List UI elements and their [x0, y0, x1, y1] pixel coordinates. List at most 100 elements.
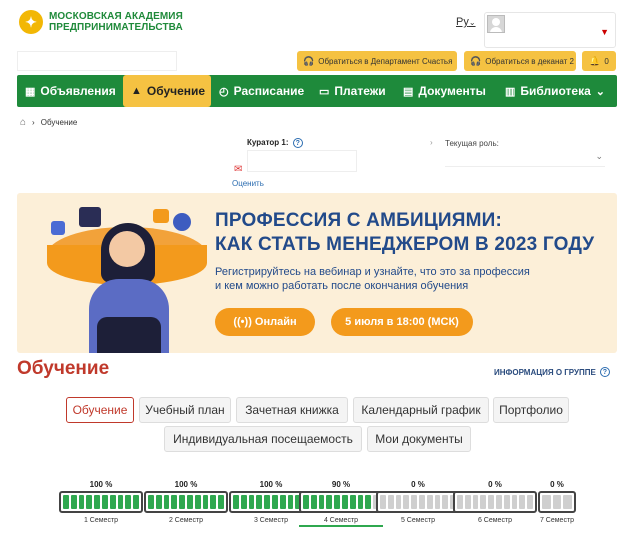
nav-payments[interactable]: ▭ Платежи [311, 75, 395, 107]
semester-2[interactable]: 100 % 2 Семестр [144, 480, 228, 527]
progress-segment [365, 495, 372, 509]
avatar [487, 15, 505, 33]
bell-icon: 🔔 [589, 55, 601, 66]
progress-segment [480, 495, 487, 509]
semester-6[interactable]: 0 % 6 Семестр [453, 480, 537, 527]
breadcrumb-current: Обучение [40, 118, 78, 127]
current-role-select[interactable]: ⌄ [445, 151, 605, 167]
tab-record-book[interactable]: Зачетная книжка [236, 397, 348, 423]
semester-percent: 100 % [89, 480, 113, 489]
nav-library[interactable]: ▥ Библиотека ⌄ [497, 75, 617, 107]
progress-segment [94, 495, 100, 509]
banner-title-line-2: КАК СТАТЬ МЕНЕДЖЕРОМ В 2023 ГОДУ [215, 234, 595, 255]
progress-segment [303, 495, 309, 509]
illustration-face [109, 231, 145, 267]
progress-segment [349, 495, 356, 509]
tab-individual-attendance[interactable]: Индивидуальная посещаемость [164, 426, 362, 452]
progress-segment [519, 495, 526, 509]
semester-progress-bar [376, 491, 460, 513]
help-icon[interactable]: ? [292, 138, 303, 148]
semester-label: 1 Семестр [83, 517, 119, 524]
semester-percent: 0 % [550, 480, 564, 489]
progress-segment [563, 495, 573, 509]
help-icon: ? [599, 367, 610, 377]
semester-4[interactable]: 90 % 4 Семестр [299, 480, 383, 527]
list-card-icon [153, 209, 169, 223]
notifications-count: 0 [604, 56, 609, 66]
progress-segment [179, 495, 185, 509]
semester-5[interactable]: 0 % 5 Семестр [376, 480, 460, 527]
progress-segment [101, 495, 108, 509]
rate-curator-link[interactable]: Оценить [232, 179, 264, 188]
nav-learning-label: Обучение [146, 84, 206, 98]
mail-icon[interactable]: ✉ [234, 164, 242, 175]
progress-segment [264, 495, 270, 509]
breadcrumb-separator: › [32, 118, 35, 127]
group-info-label: ИНФОРМАЦИЯ О ГРУППЕ [494, 367, 596, 377]
progress-segment [503, 495, 510, 509]
progress-segment [495, 495, 502, 509]
home-icon[interactable]: ⌂ [20, 117, 26, 128]
tab-curriculum[interactable]: Учебный план [139, 397, 231, 423]
logo-text: МОСКОВСКАЯ АКАДЕМИЯ ПРЕДПРИНИМАТЕЛЬСТВА [49, 11, 183, 33]
promo-banner[interactable]: ПРОФЕССИЯ С АМБИЦИЯМИ: КАК СТАТЬ МЕНЕДЖЕ… [17, 193, 617, 353]
semester-percent: 0 % [411, 480, 425, 489]
group-info-link[interactable]: ИНФОРМАЦИЯ О ГРУППЕ? [494, 367, 610, 377]
semester-label: 7 Семестр [539, 517, 575, 524]
curator-label-row: Куратор 1: ? [247, 138, 303, 148]
progress-segment [186, 495, 193, 509]
user-menu[interactable]: ▼ [484, 12, 616, 48]
curator-name-field [247, 150, 357, 172]
progress-segment [457, 495, 463, 509]
nav-library-label: Библиотека [520, 84, 591, 98]
progress-segment [133, 495, 139, 509]
progress-segment [442, 495, 449, 509]
tab-learning[interactable]: Обучение [66, 397, 134, 423]
online-badge[interactable]: ((•)) Онлайн [215, 308, 315, 336]
academy-logo[interactable]: ✦ МОСКОВСКАЯ АКАДЕМИЯ ПРЕДПРИНИМАТЕЛЬСТВ… [19, 10, 183, 34]
progress-segment [256, 495, 263, 509]
chevron-down-icon: ⌄ [468, 18, 476, 27]
tab-calendar-schedule[interactable]: Календарный график [353, 397, 489, 423]
dean-office-button[interactable]: 🎧 Обратиться в деканат 2 [464, 51, 576, 71]
nav-documents[interactable]: ▤ Документы [395, 75, 497, 107]
progress-segment [117, 495, 124, 509]
progress-segment [233, 495, 239, 509]
tab-portfolio[interactable]: Портфолио [493, 397, 569, 423]
semester-7[interactable]: 0 % 7 Семестр [536, 480, 578, 527]
progress-segment [380, 495, 386, 509]
happiness-department-button[interactable]: 🎧 Обратиться в Департамент Счастья [297, 51, 457, 71]
progress-segment [148, 495, 154, 509]
progress-segment [240, 495, 247, 509]
curator-label: Куратор 1: [247, 138, 289, 147]
nav-learning[interactable]: ▲ Обучение [123, 75, 211, 107]
book-icon: ▥ [505, 85, 516, 98]
banner-subtitle: Регистрируйтесь на вебинар и узнайте, чт… [215, 265, 530, 293]
progress-segment [318, 495, 325, 509]
progress-segment [171, 495, 178, 509]
progress-segment [70, 495, 77, 509]
nav-announcements[interactable]: ▦ Объявления [17, 75, 123, 107]
progress-segment [411, 495, 417, 509]
chevron-down-icon: ▼ [600, 27, 609, 37]
nav-schedule[interactable]: ◴ Расписание [211, 75, 311, 107]
progress-segment [86, 495, 93, 509]
breadcrumb: ⌂ › Обучение [20, 117, 77, 128]
progress-segment [248, 495, 255, 509]
progress-segment [125, 495, 132, 509]
progress-segment [542, 495, 551, 509]
chevron-down-icon: ⌄ [595, 85, 606, 98]
headset-icon: 🎧 [303, 55, 315, 66]
tab-my-documents[interactable]: Мои документы [367, 426, 471, 452]
semester-progress-bar [144, 491, 228, 513]
language-selector[interactable]: Ру⌄ [456, 16, 476, 28]
date-badge[interactable]: 5 июля в 18:00 (МСК) [331, 308, 473, 336]
semester-percent: 100 % [174, 480, 198, 489]
notifications-button[interactable]: 🔔 0 [582, 51, 616, 71]
semester-1[interactable]: 100 % 1 Семестр [59, 480, 143, 527]
progress-segment [334, 495, 340, 509]
semester-progress-bar [299, 491, 383, 513]
semester-percent: 0 % [488, 480, 502, 489]
progress-segment [434, 495, 441, 509]
banner-title: ПРОФЕССИЯ С АМБИЦИЯМИ: КАК СТАТЬ МЕНЕДЖЕ… [215, 209, 594, 257]
